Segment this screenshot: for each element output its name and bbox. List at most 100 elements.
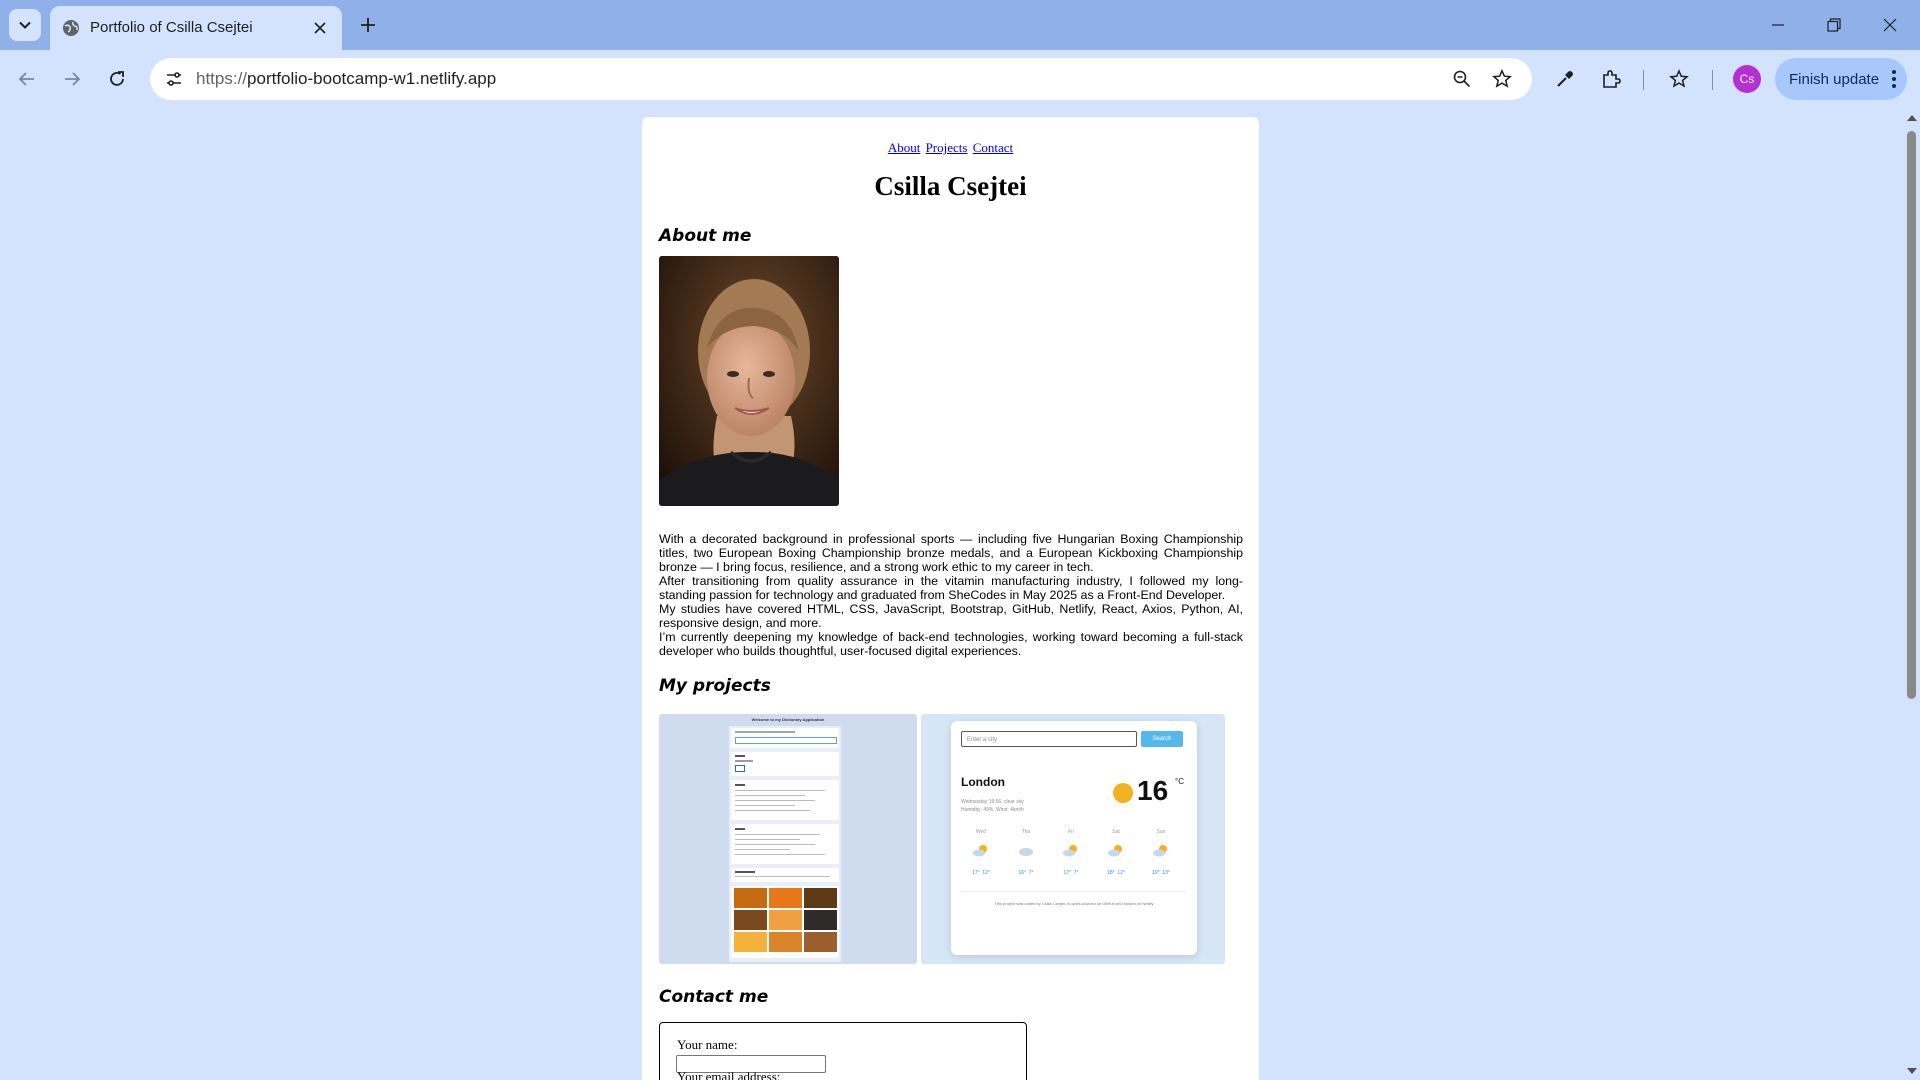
forecast-day: Sat 18° 12° [1096, 829, 1136, 889]
close-window-button[interactable] [1862, 0, 1918, 50]
scrollbar-thumb[interactable] [1907, 131, 1916, 699]
dictionary-definition-card [731, 824, 839, 864]
forecast-low: 12° [982, 870, 990, 876]
forecast-low: 13° [1162, 870, 1170, 876]
reload-icon [110, 71, 124, 86]
about-heading: About me [659, 226, 752, 246]
forecast-day-name: Sun [1156, 829, 1166, 835]
weather-app-card: Enter a city Search London Wednesday 19:… [951, 721, 1197, 955]
forecast-day-name: Wed [975, 829, 987, 835]
puzzle-icon [1603, 70, 1621, 88]
about-text: With a decorated background in professio… [659, 532, 1243, 658]
weather-search-input: Enter a city [961, 731, 1137, 747]
name-label: Your name: [677, 1037, 738, 1052]
forecast-high: 17° [1063, 870, 1071, 876]
dictionary-definition-card [731, 780, 839, 820]
nav-projects-link[interactable]: Projects [926, 140, 968, 155]
dictionary-search-box [731, 728, 839, 748]
nav-about-link[interactable]: About [888, 140, 921, 155]
scroll-up-arrow[interactable] [1907, 115, 1917, 121]
tab-close-button[interactable] [308, 16, 332, 40]
chevron-down-icon [19, 21, 31, 29]
portfolio-card: About Projects Contact Csilla Csejtei Ab… [642, 117, 1259, 1080]
dictionary-project-preview[interactable]: Welcome to my Dictionary Application [659, 714, 917, 964]
globe-icon [63, 20, 79, 36]
forecast-low: 7° [1028, 870, 1034, 876]
tab-search-button[interactable] [9, 9, 41, 41]
temperature-unit: °C [1175, 777, 1184, 786]
tab-strip: Portfolio of Csilla Csejtei [0, 0, 1920, 50]
zoom-button[interactable] [1446, 63, 1478, 95]
forecast-day: Sun 19° 13° [1141, 829, 1181, 889]
finish-update-button[interactable]: Finish update [1775, 58, 1907, 100]
portrait-image [659, 256, 839, 506]
page-title: Csilla Csejtei [874, 171, 1027, 201]
restore-button[interactable] [1806, 0, 1862, 50]
forecast-day: Fri 17° 7° [1051, 829, 1091, 889]
extensions-button[interactable] [1593, 61, 1629, 97]
nav-contact-link[interactable]: Contact [973, 140, 1013, 155]
minimize-button[interactable] [1750, 0, 1806, 50]
eyedropper-icon [1557, 71, 1573, 87]
sun-cloud-icon [973, 845, 987, 857]
profile-avatar[interactable]: Cs [1733, 65, 1761, 93]
projects-heading: My projects [659, 676, 771, 696]
contact-heading: Contact me [659, 987, 769, 1007]
plus-icon [361, 18, 375, 32]
dictionary-page [729, 726, 841, 962]
address-bar[interactable]: https://portfolio-bootcamp-w1.netlify.ap… [150, 58, 1532, 100]
tune-icon [167, 72, 181, 86]
forecast-day: Thu 16° 7° [1006, 829, 1046, 889]
star-icon [1492, 69, 1512, 88]
url-host: portfolio-bootcamp-w1.netlify.app [247, 69, 497, 88]
new-tab-button[interactable] [352, 9, 384, 41]
sun-icon [1113, 783, 1133, 803]
forecast-high: 16° [1018, 870, 1026, 876]
about-paragraph: With a decorated background in professio… [659, 532, 1243, 574]
weather-footer: This project was coded by Csilla Csejtei… [994, 901, 1154, 906]
close-icon [314, 22, 326, 34]
forecast-low: 7° [1073, 870, 1079, 876]
bookmarks-button[interactable] [1661, 61, 1697, 97]
forecast-high: 18° [1107, 870, 1115, 876]
dictionary-title: Welcome to my Dictionary Application [751, 717, 825, 722]
back-button[interactable] [9, 61, 45, 97]
weather-project-preview[interactable]: Enter a city Search London Wednesday 19:… [921, 714, 1225, 964]
site-info-button[interactable] [158, 63, 190, 95]
dictionary-synonyms-card [731, 868, 839, 882]
toolbar-separator [1643, 70, 1644, 90]
page-viewport: About Projects Contact Csilla Csejtei Ab… [0, 109, 1920, 1080]
minimize-icon [1772, 24, 1784, 26]
top-nav: About Projects Contact [642, 140, 1259, 156]
weather-details: Humidity: 49%, Wind: 4km/h [961, 807, 1024, 813]
arrow-right-icon [65, 72, 81, 86]
arrow-left-icon [18, 72, 34, 86]
more-vert-icon [1892, 70, 1896, 88]
dictionary-definition-card [731, 752, 839, 776]
url-protocol: https:// [196, 69, 248, 88]
toolbar-separator [1712, 70, 1713, 90]
tab-title: Portfolio of Csilla Csejtei [90, 19, 253, 36]
profile-photo [659, 256, 839, 506]
forecast-day-name: Fri [1068, 829, 1074, 835]
sun-cloud-icon [1063, 845, 1077, 857]
forecast-day-name: Thu [1021, 829, 1031, 835]
scroll-down-arrow[interactable] [1907, 1068, 1917, 1074]
bookmark-button[interactable] [1486, 63, 1518, 95]
eyedropper-button[interactable] [1547, 61, 1583, 97]
forecast-day-name: Sat [1112, 829, 1120, 835]
page-scrollbar[interactable] [1903, 109, 1920, 1080]
forecast-low: 12° [1117, 870, 1125, 876]
restore-icon [1827, 18, 1841, 32]
reload-button[interactable] [99, 61, 135, 97]
sun-cloud-icon [1153, 845, 1167, 857]
forward-button[interactable] [54, 61, 90, 97]
contact-form: Your name: Your email address: [659, 1022, 1027, 1080]
zoom-out-icon [1453, 70, 1471, 88]
forecast-high: 19° [1152, 870, 1160, 876]
finish-update-label: Finish update [1789, 70, 1880, 88]
active-tab[interactable]: Portfolio of Csilla Csejtei [50, 6, 342, 50]
weather-search-button: Search [1141, 731, 1183, 747]
cloud-icon [1019, 848, 1033, 856]
close-icon [1883, 18, 1897, 32]
